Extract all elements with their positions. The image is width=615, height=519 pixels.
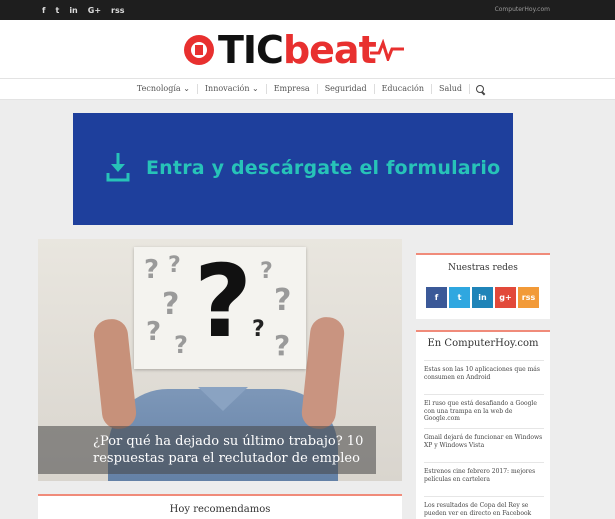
search-icon[interactable] <box>476 84 485 94</box>
linkedin-icon[interactable]: in <box>69 6 77 15</box>
twitter-icon[interactable]: t <box>55 6 59 15</box>
list-item[interactable]: Gmail dejará de funcionar en Windows XP … <box>424 428 544 462</box>
rss-icon[interactable]: rss <box>111 6 124 15</box>
google-plus-icon[interactable]: G+ <box>88 6 101 15</box>
recommended-section-title: Hoy recomendamos <box>169 504 271 515</box>
computerhoy-widget: En ComputerHoy.com Estas son las 10 apli… <box>416 330 550 519</box>
facebook-icon[interactable]: f <box>426 287 447 308</box>
big-question-mark-icon: ? <box>194 243 253 360</box>
site-header: TIC beat <box>0 20 615 78</box>
top-bar: f t in G+ rss ComputerHoy.com <box>0 0 615 20</box>
nav-item-innovacion[interactable]: Innovación ⌄ <box>198 84 267 94</box>
list-item[interactable]: Los resultados de Copa del Rey se pueden… <box>424 496 544 519</box>
featured-article-title-line2: respuestas para el reclutador de empleo <box>93 451 360 466</box>
question-marks-sign: ? ? ? ? ? ? ? ? ? ? <box>134 243 306 369</box>
list-item[interactable]: Estas son las 10 aplicaciones que más co… <box>424 360 544 394</box>
rss-icon[interactable]: rss <box>518 287 539 308</box>
logo-text-beat: beat <box>282 28 377 72</box>
list-item[interactable]: El ruso que está desafiando a Google con… <box>424 394 544 428</box>
nav-item-tecnologia[interactable]: Tecnología ⌄ <box>130 84 198 94</box>
featured-article-title-line1: ¿Por qué ha dejado su último trabajo? 10 <box>93 434 364 449</box>
recommended-section: Hoy recomendamos <box>38 494 402 519</box>
social-widget-icons: f t in g+ rss <box>426 287 539 308</box>
download-form-banner[interactable]: Entra y descárgate el formulario <box>73 113 513 225</box>
nav-item-empresa[interactable]: Empresa <box>267 84 318 94</box>
google-plus-icon[interactable]: g+ <box>495 287 516 308</box>
main-navigation: Tecnología ⌄ Innovación ⌄ Empresa Seguri… <box>0 78 615 100</box>
download-icon <box>106 153 130 182</box>
top-social-links: f t in G+ rss <box>42 0 125 20</box>
twitter-icon[interactable]: t <box>449 287 470 308</box>
logo-text-tic: TIC <box>218 28 284 72</box>
computerhoy-list: Estas son las 10 aplicaciones que más co… <box>424 360 544 519</box>
nav-item-educacion[interactable]: Educación <box>375 84 432 94</box>
social-networks-widget: Nuestras redes f t in g+ rss <box>416 253 550 319</box>
heartbeat-icon <box>369 39 404 61</box>
computerhoy-widget-title: En ComputerHoy.com <box>427 338 539 349</box>
social-widget-title: Nuestras redes <box>448 263 518 273</box>
logo-mark-icon <box>184 35 214 65</box>
featured-article[interactable]: ? ? ? ? ? ? ? ? ? ? ¿Por qué ha dejado s… <box>38 239 402 481</box>
nav-item-seguridad[interactable]: Seguridad <box>318 84 375 94</box>
list-item[interactable]: Estrenos cine febrero 2017: mejores pelí… <box>424 462 544 496</box>
featured-article-caption[interactable]: ¿Por qué ha dejado su último trabajo? 10… <box>38 426 376 474</box>
site-logo[interactable]: TIC beat <box>184 28 404 72</box>
nav-item-salud[interactable]: Salud <box>432 84 471 94</box>
linkedin-icon[interactable]: in <box>472 287 493 308</box>
facebook-icon[interactable]: f <box>42 6 45 15</box>
banner-text: Entra y descárgate el formulario <box>146 157 501 179</box>
partner-site-link[interactable]: ComputerHoy.com <box>495 0 550 20</box>
